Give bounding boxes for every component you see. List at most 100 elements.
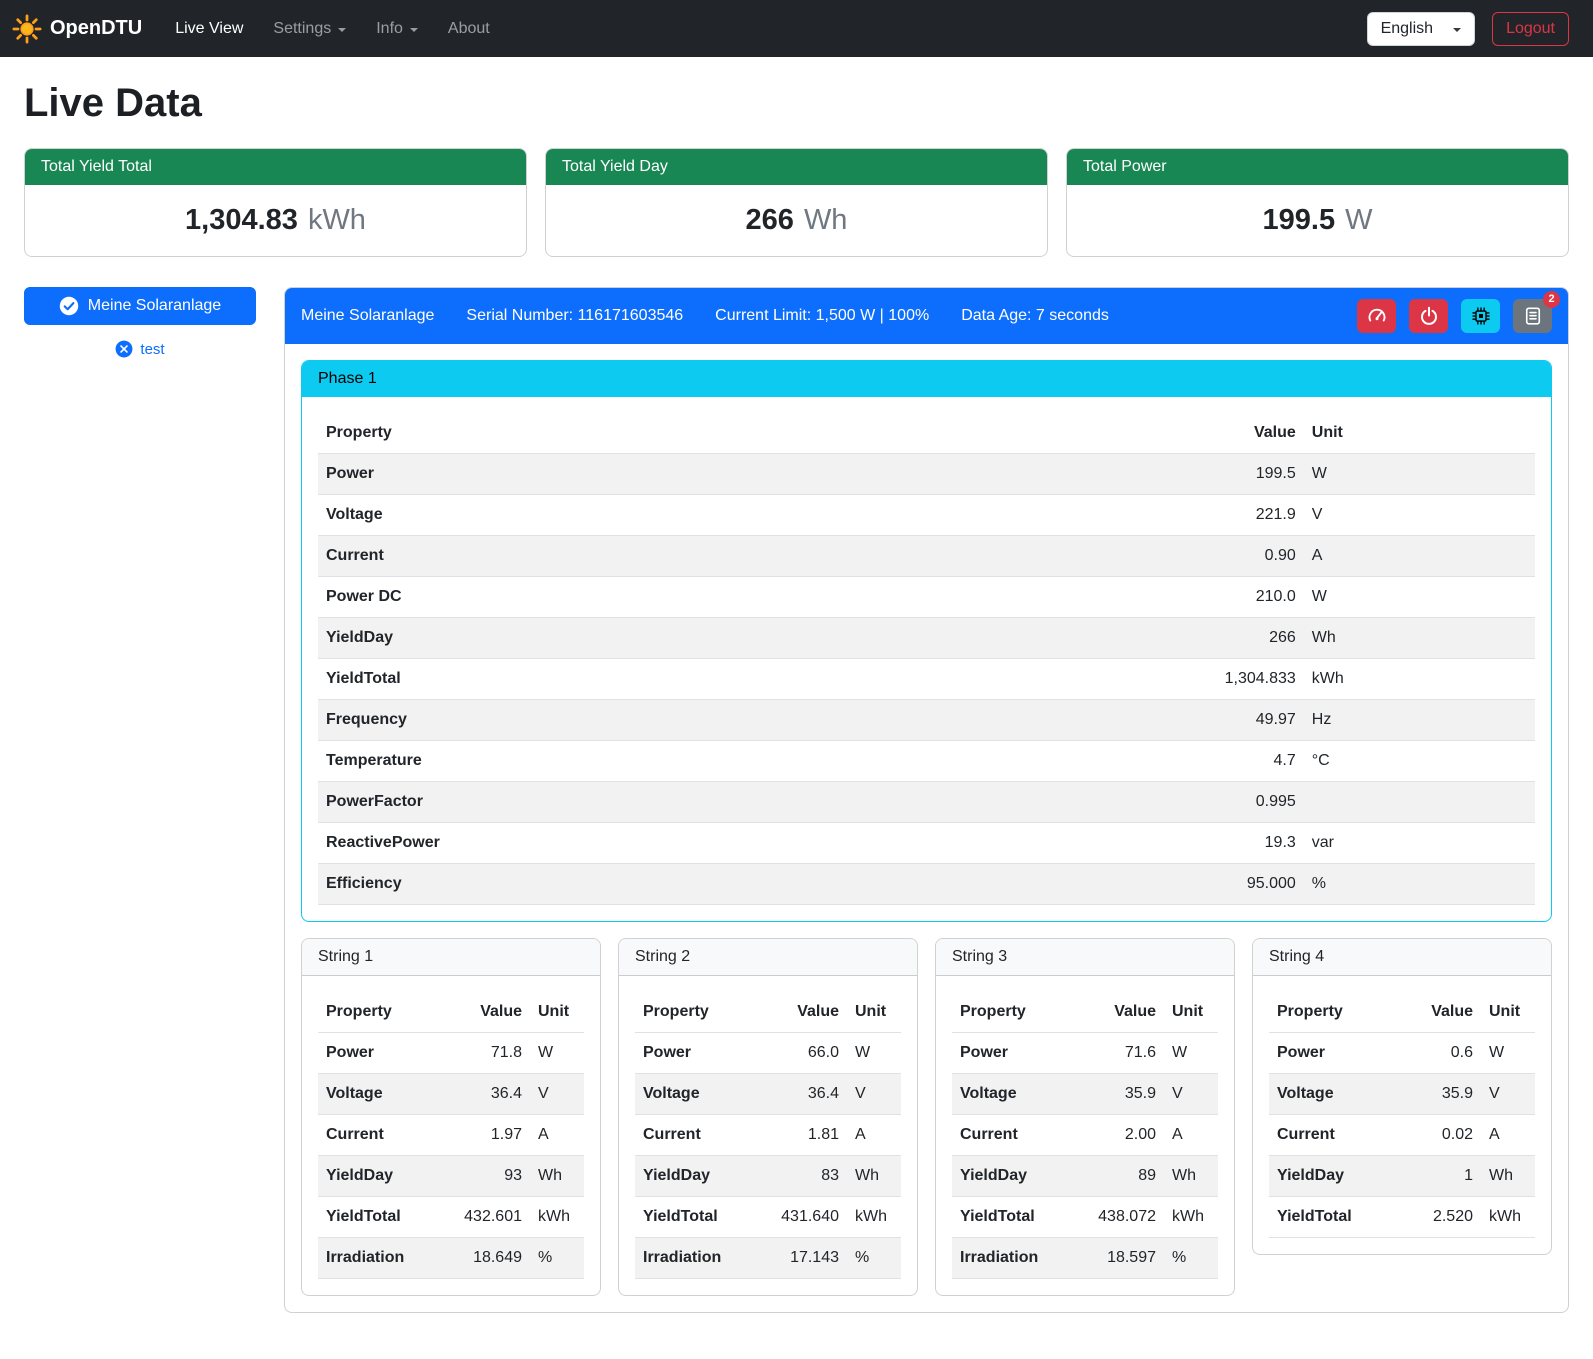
property-cell: Power (318, 454, 908, 495)
chevron-down-icon (410, 28, 418, 32)
nav-about[interactable]: About (433, 12, 505, 46)
language-select-value: English (1381, 20, 1433, 38)
value-cell: 71.6 (1071, 1033, 1164, 1074)
column-header-unit: Unit (530, 992, 584, 1033)
property-cell: YieldTotal (952, 1197, 1071, 1238)
nav-settings[interactable]: Settings (258, 12, 361, 46)
summary-unit: W (1345, 204, 1372, 236)
unit-cell: kWh (530, 1197, 584, 1238)
unit-cell: W (1164, 1033, 1218, 1074)
device-info-button[interactable] (1461, 299, 1500, 333)
nav-live-view-label: Live View (175, 20, 243, 38)
value-cell: 17.143 (754, 1238, 847, 1279)
column-header-unit: Unit (847, 992, 901, 1033)
value-cell: 93 (437, 1156, 530, 1197)
column-header-value: Value (754, 992, 847, 1033)
unit-cell: W (1304, 454, 1535, 495)
inverter-select-button[interactable]: Meine Solaranlage (24, 287, 256, 325)
value-cell: 1 (1398, 1156, 1481, 1197)
unit-cell: Hz (1304, 700, 1535, 741)
value-cell: 89 (1071, 1156, 1164, 1197)
unit-cell: W (847, 1033, 901, 1074)
string-body: PropertyValueUnit Power0.6WVoltage35.9VC… (1253, 976, 1551, 1254)
phase-table-body: Power199.5WVoltage221.9VCurrent0.90APowe… (318, 454, 1535, 905)
property-cell: Power DC (318, 577, 908, 618)
phase-table-head: PropertyValueUnit (318, 413, 1535, 454)
property-cell: Current (1269, 1115, 1398, 1156)
unit-cell: Wh (530, 1156, 584, 1197)
string-card-1: String 1 PropertyValueUnit Power71.8WVol… (301, 938, 601, 1296)
summary-card-total-yield-total: Total Yield Total 1,304.83kWh (24, 148, 527, 257)
x-circle-icon (115, 340, 133, 358)
string-table-body: Power71.8WVoltage36.4VCurrent1.97AYieldD… (318, 1033, 584, 1279)
table-row: Current0.02A (1269, 1115, 1535, 1156)
unit-cell: % (530, 1238, 584, 1279)
table-row: Irradiation17.143% (635, 1238, 901, 1279)
string-1-table: PropertyValueUnit Power71.8WVoltage36.4V… (318, 992, 584, 1279)
unit-cell (1304, 782, 1535, 823)
column-header-property: Property (318, 413, 908, 454)
column-header-row: PropertyValueUnit (318, 992, 584, 1033)
language-select[interactable]: English (1367, 12, 1475, 46)
string-title: String 1 (302, 939, 600, 976)
summary-card-title: Total Power (1067, 149, 1568, 185)
table-row: Frequency49.97Hz (318, 700, 1535, 741)
navbar: OpenDTU Live View Settings Info About En… (0, 0, 1593, 57)
table-row: YieldDay83Wh (635, 1156, 901, 1197)
value-cell: 95.000 (908, 864, 1304, 905)
property-cell: PowerFactor (318, 782, 908, 823)
string-table-head: PropertyValueUnit (1269, 992, 1535, 1033)
event-log-button[interactable]: 2 (1513, 299, 1552, 333)
string-2-table: PropertyValueUnit Power66.0WVoltage36.4V… (635, 992, 901, 1279)
table-row: Current2.00A (952, 1115, 1218, 1156)
value-cell: 35.9 (1398, 1074, 1481, 1115)
property-cell: ReactivePower (318, 823, 908, 864)
nav-settings-label: Settings (273, 20, 331, 38)
summary-value: 1,304.83 (185, 204, 298, 236)
logout-button[interactable]: Logout (1492, 12, 1569, 46)
strings-row: String 1 PropertyValueUnit Power71.8WVol… (301, 938, 1552, 1296)
cpu-icon (1471, 306, 1491, 326)
power-settings-button[interactable] (1409, 299, 1448, 333)
app-brand-label: OpenDTU (50, 17, 142, 40)
unit-cell: kWh (1164, 1197, 1218, 1238)
unit-cell: Wh (1164, 1156, 1218, 1197)
unit-cell: V (1304, 495, 1535, 536)
property-cell: Temperature (318, 741, 908, 782)
summary-unit: Wh (804, 204, 848, 236)
column-header-unit: Unit (1481, 992, 1535, 1033)
column-header-value: Value (908, 413, 1304, 454)
unit-cell: Wh (847, 1156, 901, 1197)
table-row: YieldTotal431.640kWh (635, 1197, 901, 1238)
chevron-down-icon (1453, 28, 1461, 32)
value-cell: 35.9 (1071, 1074, 1164, 1115)
summary-unit: kWh (308, 204, 366, 236)
property-cell: Irradiation (635, 1238, 754, 1279)
phase-body: PropertyValueUnit Power199.5WVoltage221.… (302, 397, 1551, 921)
property-cell: Power (635, 1033, 754, 1074)
gauge-icon (1367, 306, 1387, 326)
unit-cell: A (530, 1115, 584, 1156)
column-header-value: Value (1398, 992, 1481, 1033)
nav-live-view[interactable]: Live View (160, 12, 258, 46)
value-cell: 83 (754, 1156, 847, 1197)
inverter-item-test[interactable]: test (24, 340, 256, 358)
column-header-property: Property (635, 992, 754, 1033)
string-title: String 2 (619, 939, 917, 976)
journal-icon (1523, 306, 1543, 326)
value-cell: 431.640 (754, 1197, 847, 1238)
nav-about-label: About (448, 20, 490, 38)
page-container: Live Data Total Yield Total 1,304.83kWh … (0, 57, 1593, 1337)
table-row: Irradiation18.649% (318, 1238, 584, 1279)
limit-settings-button[interactable] (1357, 299, 1396, 333)
table-row: Power DC210.0W (318, 577, 1535, 618)
string-table-body: Power66.0WVoltage36.4VCurrent1.81AYieldD… (635, 1033, 901, 1279)
nav-info[interactable]: Info (361, 12, 433, 46)
summary-card-body: 1,304.83 kWh (25, 185, 526, 256)
value-cell: 36.4 (754, 1074, 847, 1115)
table-row: Power0.6W (1269, 1033, 1535, 1074)
table-row: Voltage35.9V (1269, 1074, 1535, 1115)
property-cell: YieldDay (318, 1156, 437, 1197)
nav-info-label: Info (376, 20, 403, 38)
app-brand[interactable]: OpenDTU (12, 14, 142, 44)
